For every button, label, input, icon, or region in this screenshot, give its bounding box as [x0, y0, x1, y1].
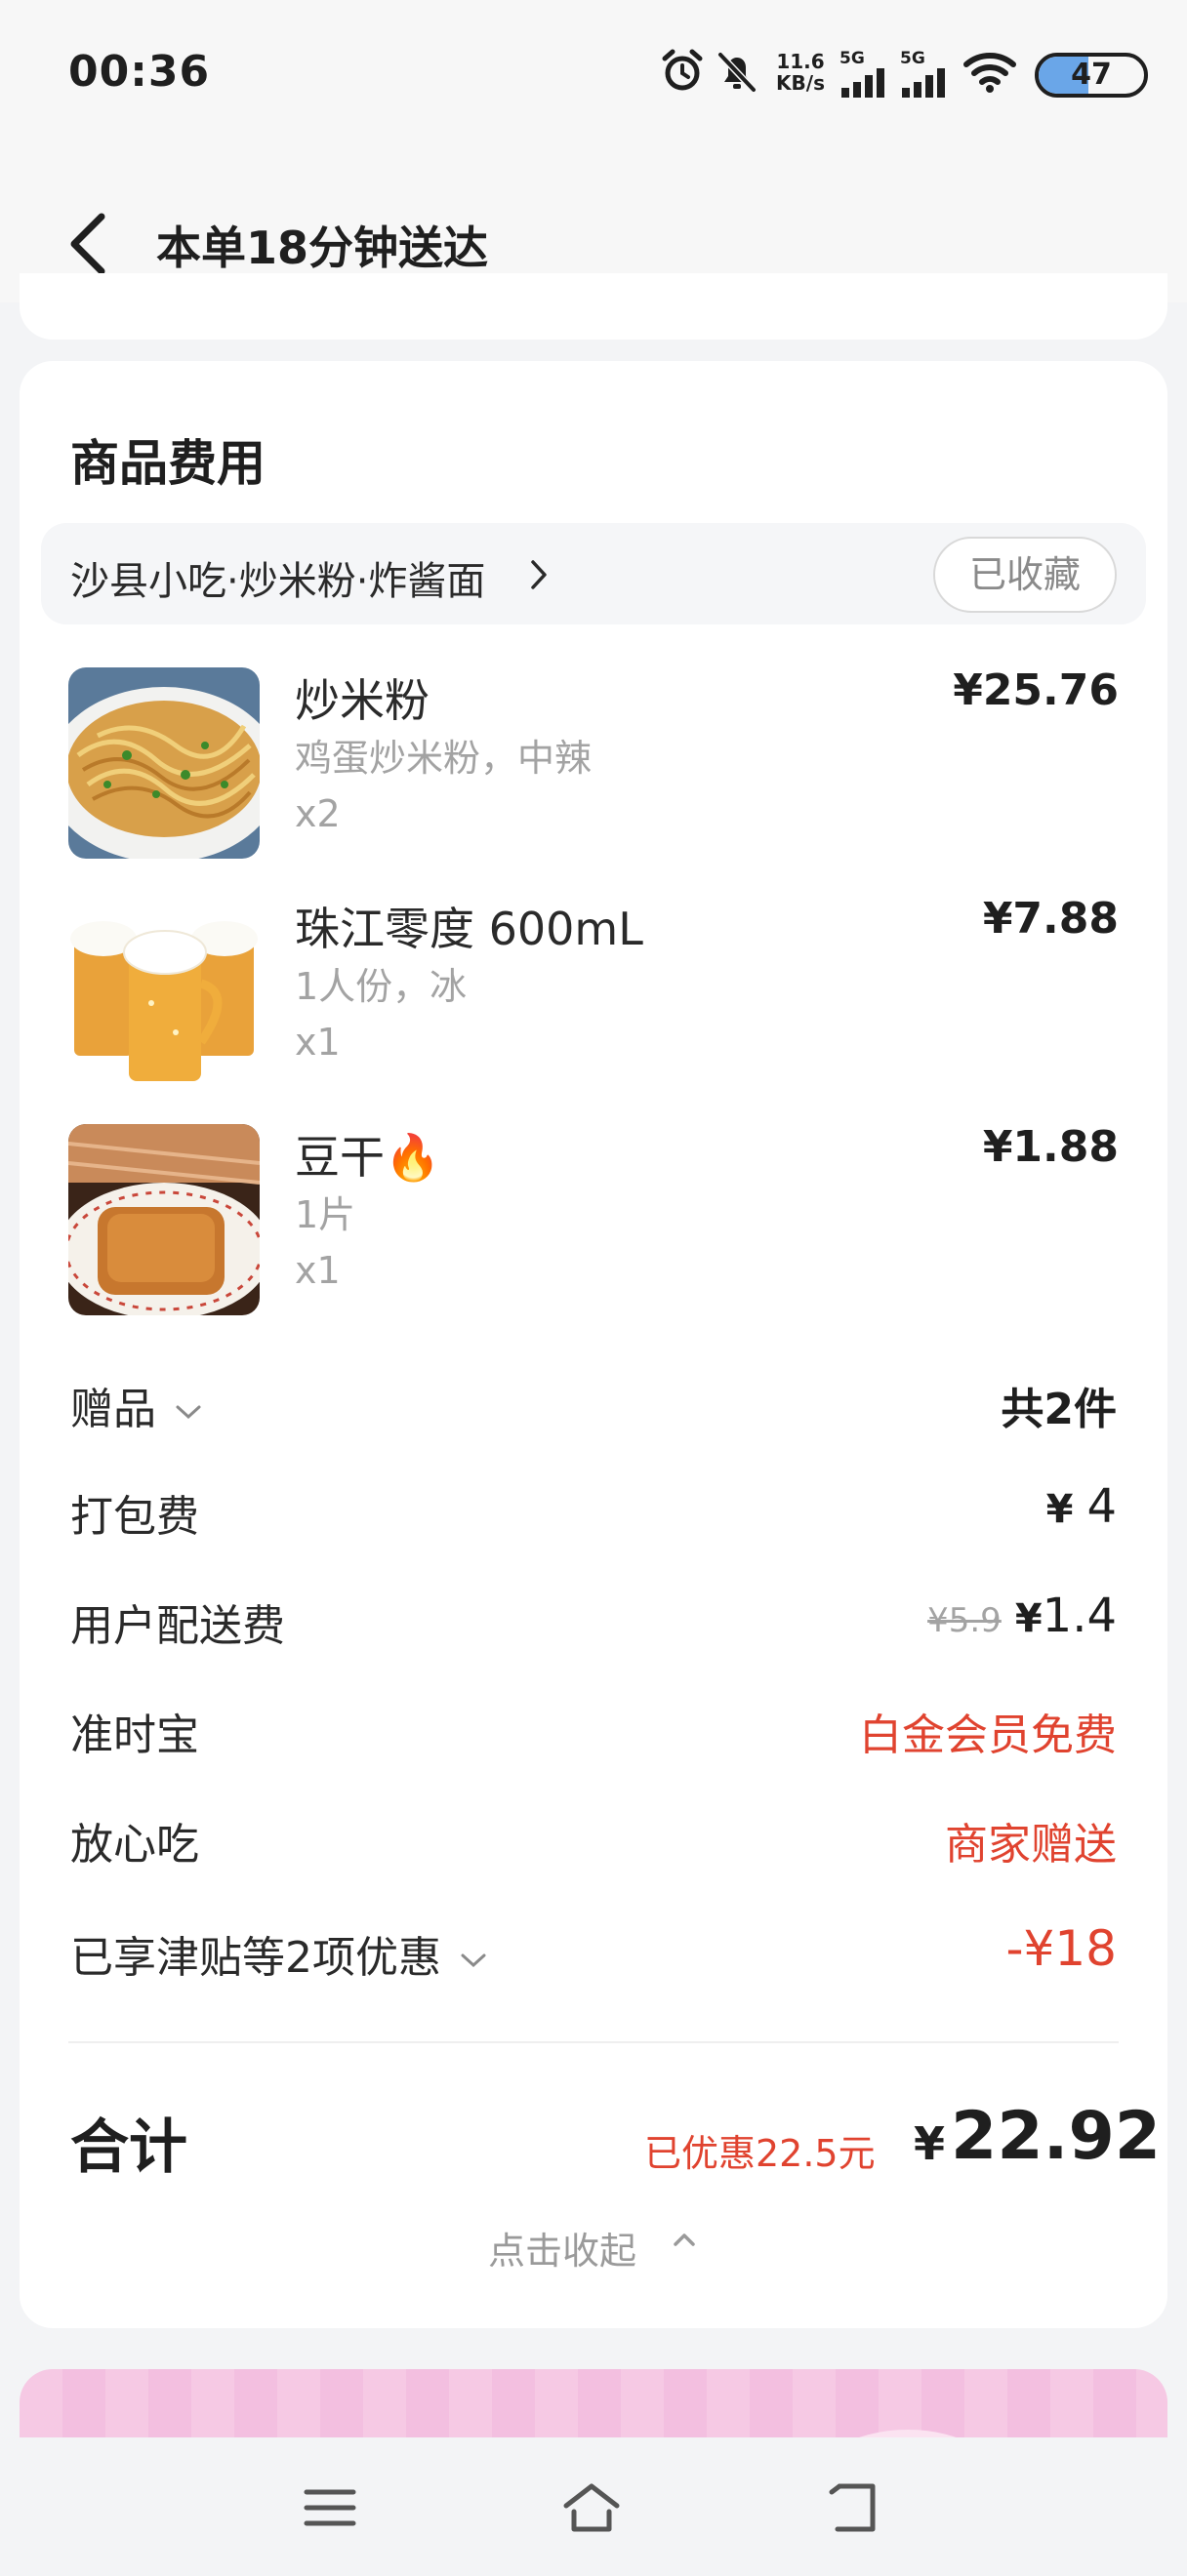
item-quantity: x1 — [295, 1021, 341, 1064]
chevron-up-icon[interactable] — [672, 2231, 697, 2248]
discount-label: 已享津贴等2项优惠 — [70, 1933, 441, 1983]
item-name: 珠江零度 600mL — [295, 903, 643, 955]
delivery-amount: 1.4 — [1042, 1589, 1117, 1643]
saved-amount: 已优惠22.5元 — [644, 2132, 876, 2175]
network-speed-value: 11.6 — [776, 50, 825, 73]
item-spec: 鸡蛋炒米粉，中辣 — [295, 737, 593, 780]
yen-sign: ¥ — [1014, 1596, 1043, 1641]
item-name: 豆干🔥 — [295, 1122, 440, 1187]
chevron-left-icon — [70, 213, 105, 275]
network-speed-unit: KB/s — [776, 71, 825, 95]
packaging-label: 打包费 — [70, 1492, 199, 1542]
chevron-down-icon — [461, 1953, 486, 1968]
delivery-original-price: ¥5.9 — [927, 1601, 1002, 1640]
signal-label: 5G — [900, 49, 925, 68]
packaging-fee: ¥ 4 — [1046, 1479, 1117, 1534]
ontime-value: 白金会员免费 — [859, 1711, 1117, 1760]
home-icon[interactable] — [560, 2478, 623, 2537]
delivery-label: 用户配送费 — [70, 1601, 285, 1651]
gift-label: 赠品 — [70, 1385, 156, 1434]
page-title: 本单18分钟送达 — [156, 221, 489, 274]
battery-level: 47 — [1071, 58, 1112, 92]
total-label: 合计 — [70, 2113, 187, 2182]
previous-card — [20, 273, 1167, 340]
total-amount: 22.92 — [951, 2098, 1162, 2175]
item-quantity: x2 — [295, 792, 341, 835]
divider — [68, 2041, 1119, 2043]
wifi-icon — [963, 53, 1016, 93]
menu-icon[interactable] — [299, 2478, 361, 2537]
ontime-label: 准时宝 — [70, 1711, 199, 1760]
mute-bell-icon — [717, 52, 757, 93]
gift-count: 共2件 — [1001, 1385, 1117, 1434]
discount-toggle[interactable]: 已享津贴等2项优惠 — [70, 1922, 490, 1985]
alarm-icon — [662, 49, 703, 91]
item-spec: 1片 — [295, 1193, 356, 1236]
battery-icon: 47 — [1035, 53, 1148, 98]
fees-card — [20, 361, 1167, 2328]
delivery-fee: ¥5.9 ¥1.4 — [927, 1589, 1117, 1643]
network-speed: 11.6 KB/s — [771, 51, 830, 94]
signal-label: 5G — [839, 49, 865, 68]
item-price: ¥1.88 — [982, 1122, 1119, 1172]
item-price: ¥7.88 — [982, 894, 1119, 944]
yen-sign: ¥ — [914, 2117, 946, 2170]
item-name-text: 豆干 — [295, 1131, 385, 1184]
assured-label: 放心吃 — [70, 1820, 199, 1870]
section-title: 商品费用 — [70, 435, 266, 492]
item-spec: 1人份，冰 — [295, 965, 468, 1008]
assured-value: 商家赠送 — [945, 1820, 1117, 1870]
chevron-down-icon — [176, 1405, 201, 1420]
fire-icon: 🔥 — [385, 1131, 441, 1184]
status-time: 00:36 — [68, 47, 211, 97]
collapse-button[interactable]: 点击收起 — [488, 2221, 636, 2274]
packaging-amount: 4 — [1086, 1479, 1117, 1534]
yen-sign: ¥ — [1045, 1487, 1074, 1532]
signal-5g-icon: 5G — [839, 49, 892, 98]
item-quantity: x1 — [295, 1249, 341, 1292]
item-name: 炒米粉 — [295, 674, 430, 727]
store-name[interactable]: 沙县小吃·炒米粉·炸酱面 — [70, 549, 485, 606]
back-button[interactable] — [59, 205, 127, 283]
fried-rice-noodles-photo — [68, 667, 260, 859]
favorite-button[interactable]: 已收藏 — [933, 537, 1117, 613]
back-nav-icon[interactable] — [824, 2478, 886, 2537]
fried-tofu-photo — [68, 1124, 260, 1315]
signal-5g-icon: 5G — [900, 49, 953, 98]
discount-value: -¥18 — [1005, 1920, 1117, 1977]
beer-mugs-photo — [68, 896, 260, 1087]
gift-toggle[interactable]: 赠品 — [70, 1374, 205, 1436]
chevron-right-icon — [531, 560, 547, 589]
item-price: ¥25.76 — [953, 665, 1119, 715]
